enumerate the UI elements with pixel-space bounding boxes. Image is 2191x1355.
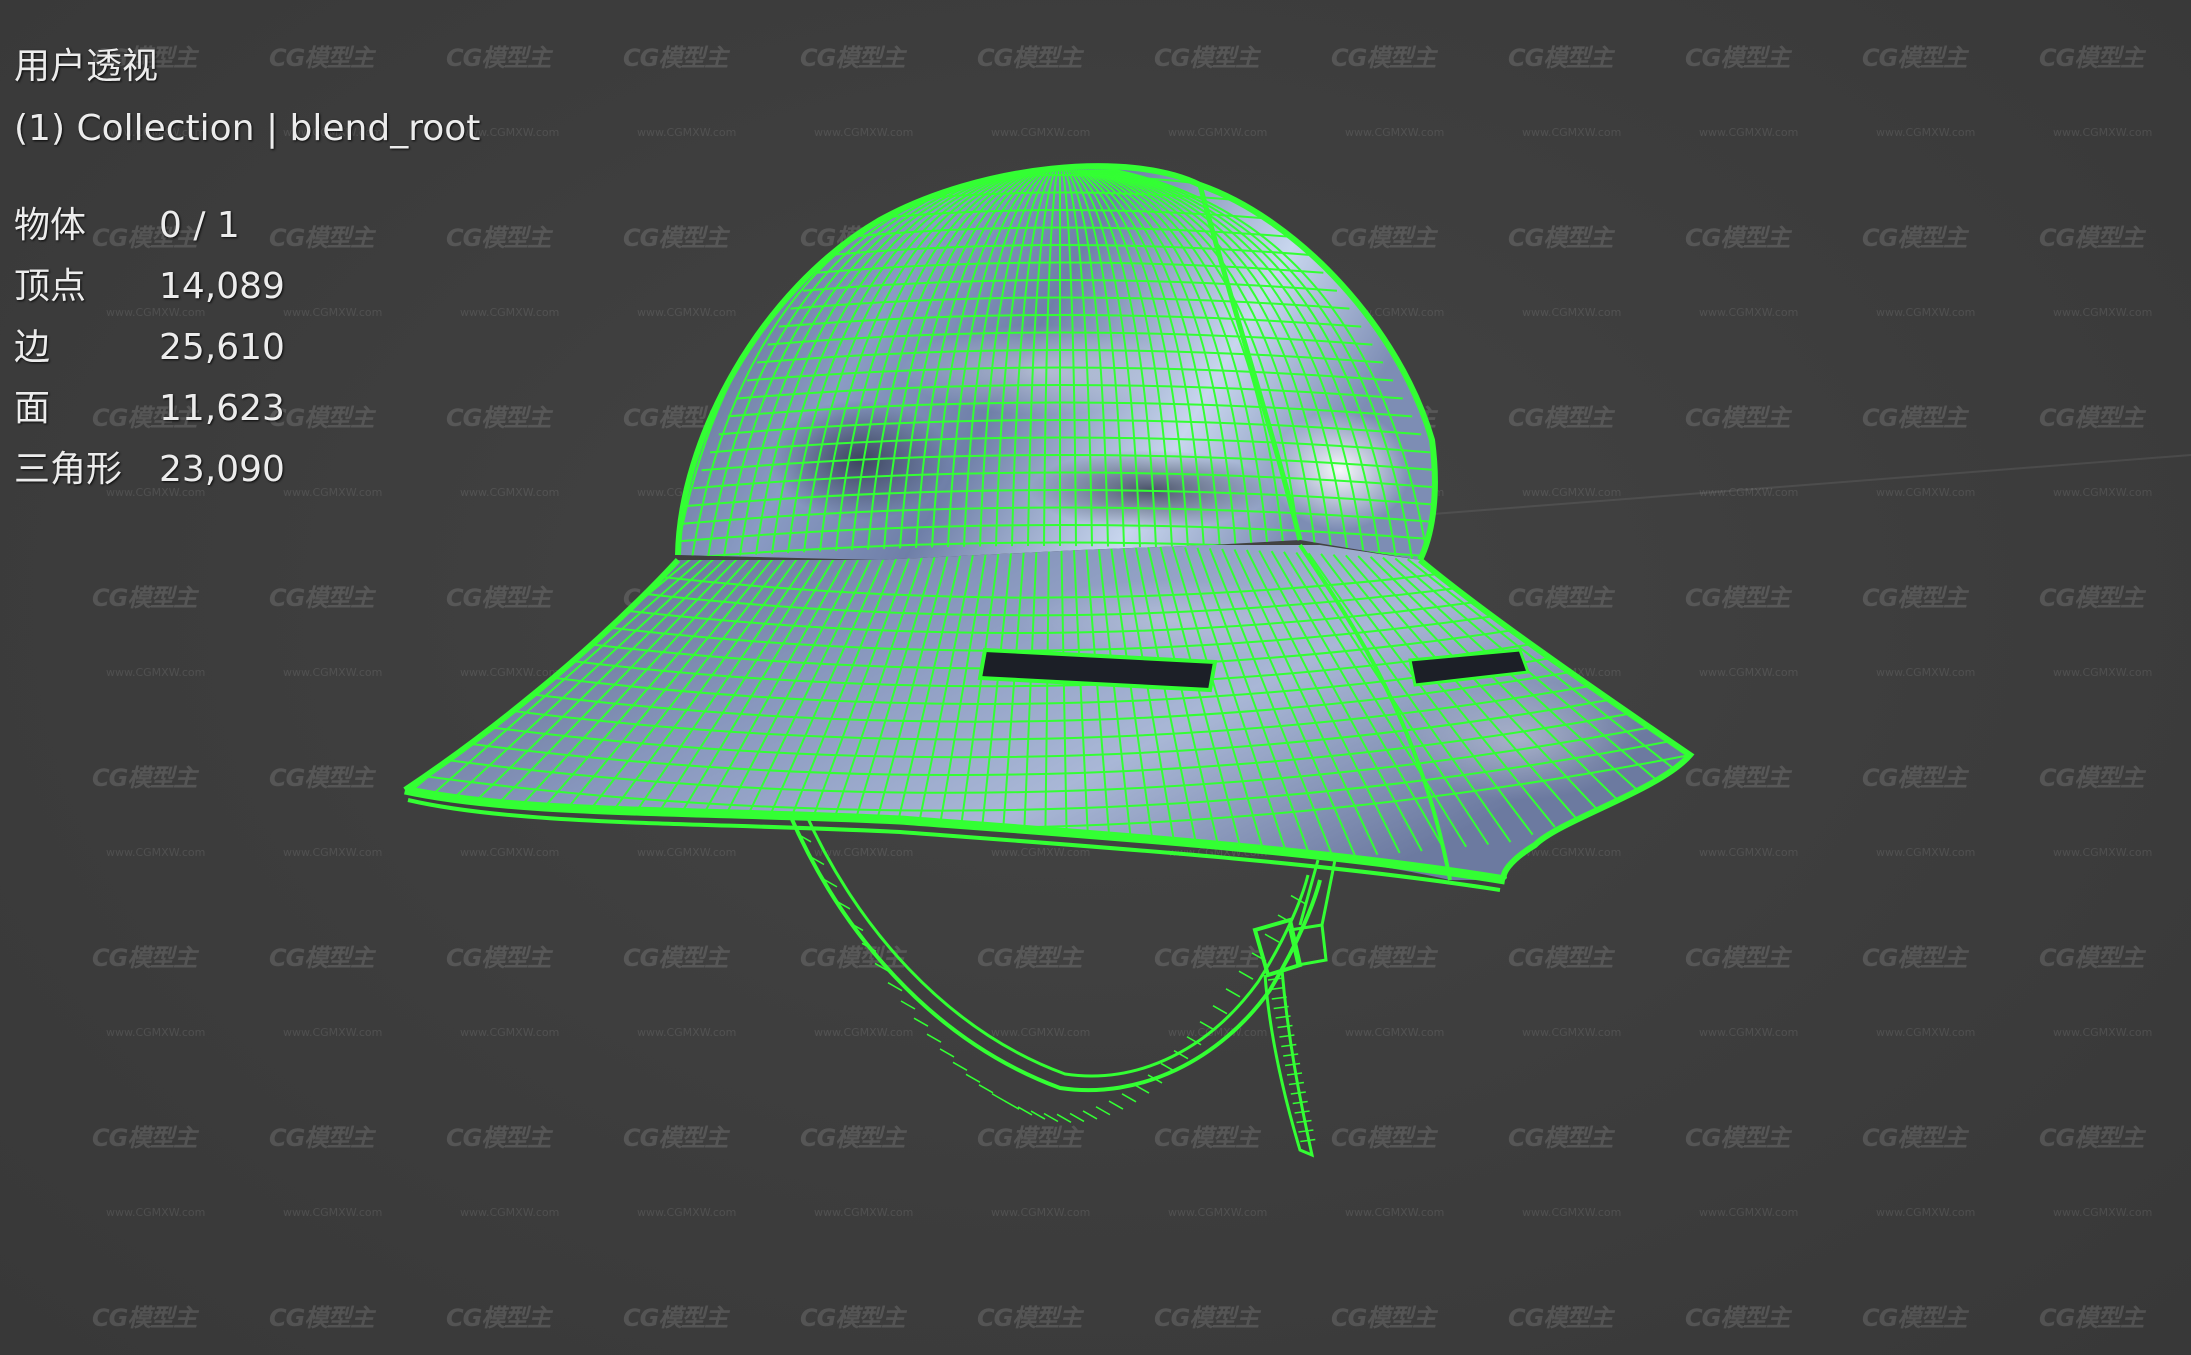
hat-brim: [403, 543, 1695, 892]
chin-strap: [783, 810, 1337, 1158]
stat-triangles: 三角形 23,090: [14, 439, 480, 500]
stat-edges: 边 25,610: [14, 317, 480, 378]
view-name: 用户透视: [14, 46, 159, 87]
stat-label: 物体: [14, 205, 87, 246]
3d-viewport[interactable]: CG模型主 www.CGMXW.com CG模型主 www.CGMXW.com CG模型…: [0, 0, 2191, 1355]
stat-value: 11,623: [159, 388, 285, 429]
viewport-info-overlay: 用户透视 (1) Collection | blend_root 物体 0 / …: [14, 36, 480, 500]
collection-label: (1) Collection | blend_root: [14, 108, 481, 149]
stat-value: 25,610: [159, 327, 285, 368]
hat-crown: [675, 163, 1438, 562]
stat-value: 0 / 1: [159, 205, 240, 246]
stat-objects: 物体 0 / 1: [14, 195, 480, 256]
stat-label: 三角形: [14, 449, 123, 490]
stat-vertices: 顶点 14,089: [14, 256, 480, 317]
stat-label: 面: [14, 388, 51, 429]
stat-faces: 面 11,623: [14, 378, 480, 439]
stat-value: 14,089: [159, 266, 285, 307]
stat-label: 顶点: [14, 266, 87, 307]
stat-label: 边: [14, 327, 51, 368]
stat-value: 23,090: [159, 449, 285, 490]
scene-statistics: 物体 0 / 1 顶点 14,089 边 25,610 面 11,623 三角形…: [14, 195, 480, 500]
